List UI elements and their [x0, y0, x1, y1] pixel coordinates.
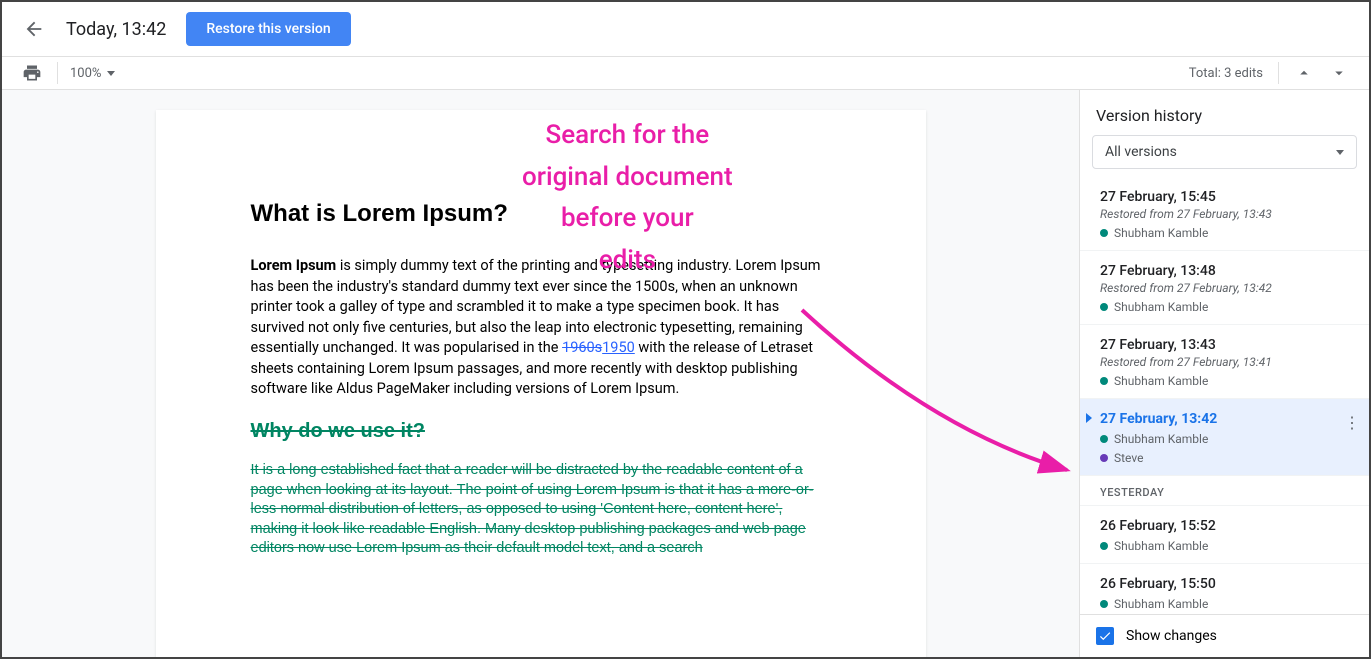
doc-heading-2: Why do we use it? — [251, 420, 831, 443]
version-author: Shubham Kamble — [1100, 374, 1353, 388]
doc-edit-deleted: 1960s — [562, 339, 602, 356]
version-date: 27 February, 13:42 — [1100, 411, 1353, 427]
doc-paragraph-1: Lorem Ipsum is simply dummy text of the … — [251, 256, 831, 400]
next-edit-button[interactable] — [1329, 63, 1349, 83]
print-icon[interactable] — [22, 63, 42, 83]
version-list[interactable]: 27 February, 15:45 Restored from 27 Febru… — [1080, 177, 1369, 614]
sidebar-title: Version history — [1080, 90, 1369, 135]
version-subtitle: Restored from 27 February, 13:42 — [1100, 281, 1353, 295]
version-date: 26 February, 15:52 — [1100, 518, 1353, 534]
version-author: Shubham Kamble — [1100, 432, 1353, 446]
document-viewport[interactable]: What is Lorem Ipsum? Lorem Ipsum is simp… — [2, 90, 1079, 657]
zoom-dropdown[interactable]: 100% — [70, 66, 115, 81]
version-item[interactable]: 27 February, 13:48 Restored from 27 Febru… — [1080, 251, 1369, 325]
version-subtitle: Restored from 27 February, 13:41 — [1100, 355, 1353, 369]
version-author: Shubham Kamble — [1100, 226, 1353, 240]
dropdown-value: All versions — [1105, 144, 1177, 160]
version-item[interactable]: ⋮27 February, 13:42 Shubham Kamble Steve — [1080, 399, 1369, 476]
version-date: 26 February, 15:50 — [1100, 576, 1353, 592]
restore-version-button[interactable]: Restore this version — [186, 12, 350, 46]
doc-p1-bold: Lorem Ipsum — [251, 257, 337, 274]
doc-edit-inserted: 1950 — [602, 339, 635, 356]
author-color-dot — [1100, 377, 1108, 385]
version-author: Shubham Kamble — [1100, 539, 1353, 553]
version-author: Steve — [1100, 451, 1353, 465]
versions-filter-dropdown[interactable]: All versions — [1092, 135, 1357, 169]
zoom-value: 100% — [70, 66, 101, 81]
author-color-dot — [1100, 454, 1108, 462]
more-options-icon[interactable]: ⋮ — [1344, 413, 1359, 432]
doc-paragraph-2: It is a long established fact that a rea… — [251, 461, 831, 559]
author-color-dot — [1100, 600, 1108, 608]
version-item[interactable]: 27 February, 15:45 Restored from 27 Febru… — [1080, 177, 1369, 251]
document-page: What is Lorem Ipsum? Lorem Ipsum is simp… — [156, 110, 926, 657]
version-item[interactable]: 26 February, 15:50 Shubham Kamble — [1080, 564, 1369, 614]
caret-down-icon — [1336, 150, 1344, 155]
doc-heading-1: What is Lorem Ipsum? — [251, 200, 831, 228]
show-changes-checkbox[interactable] — [1096, 627, 1114, 645]
caret-down-icon — [107, 71, 115, 76]
back-arrow-icon[interactable] — [22, 17, 46, 41]
author-color-dot — [1100, 435, 1108, 443]
version-item[interactable]: 26 February, 15:52 Shubham Kamble — [1080, 506, 1369, 564]
version-item[interactable]: 27 February, 13:43 Restored from 27 Febru… — [1080, 325, 1369, 399]
prev-edit-button[interactable] — [1294, 63, 1314, 83]
version-date: 27 February, 15:45 — [1100, 189, 1353, 205]
expand-arrow-icon — [1086, 413, 1092, 423]
author-color-dot — [1100, 303, 1108, 311]
version-date: 27 February, 13:43 — [1100, 337, 1353, 353]
yesterday-header: YESTERDAY — [1080, 476, 1369, 506]
version-author: Shubham Kamble — [1100, 597, 1353, 611]
show-changes-label: Show changes — [1126, 628, 1217, 644]
version-subtitle: Restored from 27 February, 13:43 — [1100, 207, 1353, 221]
version-title: Today, 13:42 — [66, 19, 166, 40]
version-author: Shubham Kamble — [1100, 300, 1353, 314]
version-date: 27 February, 13:48 — [1100, 263, 1353, 279]
edits-count: Total: 3 edits — [1189, 66, 1263, 81]
author-color-dot — [1100, 542, 1108, 550]
author-color-dot — [1100, 229, 1108, 237]
